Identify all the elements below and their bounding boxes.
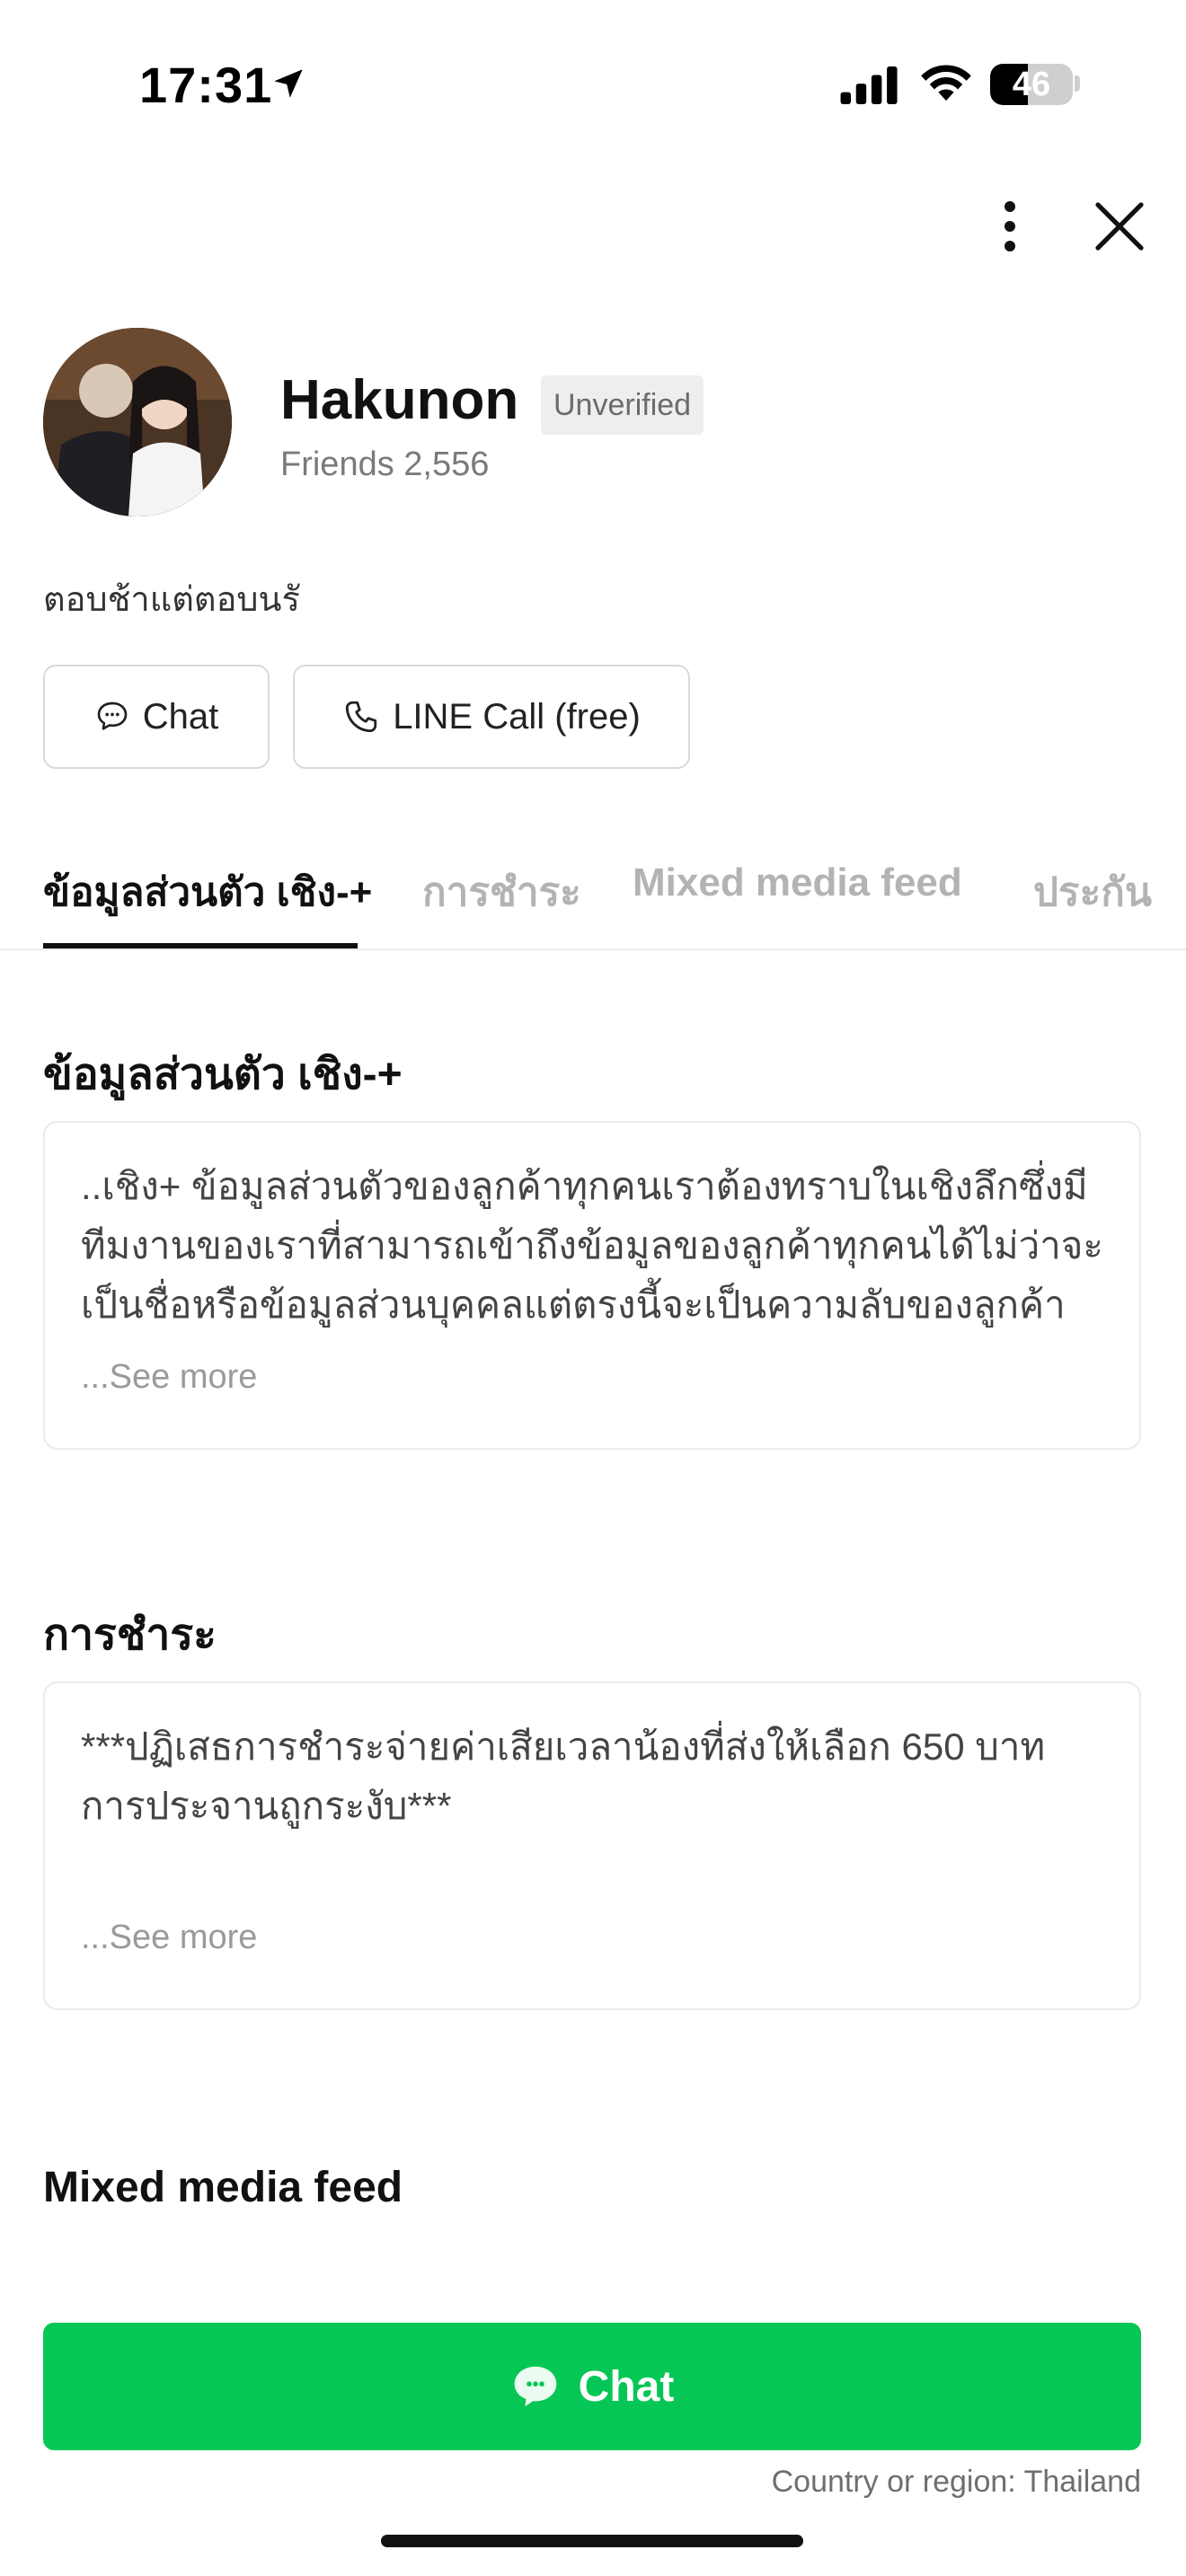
chat-button[interactable]: Chat bbox=[43, 665, 270, 769]
location-arrow-icon bbox=[274, 69, 303, 98]
personal-info-text: ..เชิง+ ข้อมูลส่วนตัวของลูกค้าทุกคนเราต้… bbox=[81, 1165, 1103, 1326]
tab-personal-info[interactable]: ข้อมูลส่วนตัว เชิง-+ bbox=[43, 860, 372, 923]
avatar[interactable] bbox=[43, 328, 232, 516]
bottom-chat-button[interactable]: Chat bbox=[43, 2323, 1141, 2450]
status-time: 17:31 bbox=[139, 57, 273, 113]
unverified-badge: Unverified bbox=[541, 375, 704, 435]
tab-insurance[interactable]: ประกัน bbox=[1033, 860, 1152, 923]
status-message: ตอบช้าแต่ตอบนรั bbox=[43, 581, 300, 619]
see-more-link[interactable]: ...See more bbox=[81, 1358, 257, 1397]
cellular-signal-icon bbox=[840, 66, 898, 104]
wifi-icon bbox=[921, 65, 971, 101]
tabs-divider bbox=[0, 948, 1186, 950]
tab-payment[interactable]: การชำระ bbox=[422, 860, 581, 923]
payment-text: ***ปฏิเสธการชำระจ่ายค่าเสียเวลาน้องที่ส่… bbox=[81, 1725, 1046, 1827]
home-indicator[interactable] bbox=[381, 2535, 803, 2547]
country-region: Country or region: Thailand bbox=[771, 2465, 1141, 2499]
friends-count: Friends 2,556 bbox=[280, 446, 490, 483]
bottom-chat-label: Chat bbox=[578, 2362, 675, 2411]
section-title-payment: การชำระ bbox=[43, 1611, 217, 1659]
section-title-personal-info: ข้อมูลส่วนตัว เชิง-+ bbox=[43, 1051, 403, 1098]
battery-level: 46 bbox=[1012, 66, 1051, 103]
more-vertical-icon[interactable] bbox=[992, 198, 1028, 255]
see-more-link[interactable]: ...See more bbox=[81, 1919, 257, 1957]
close-icon[interactable] bbox=[1094, 201, 1145, 251]
profile-name: Hakunon bbox=[280, 369, 519, 431]
avatar-photo bbox=[43, 328, 232, 516]
tab-mixed-media-feed[interactable]: Mixed media feed bbox=[633, 860, 962, 905]
battery-icon: 46 bbox=[990, 64, 1073, 105]
battery-nub bbox=[1075, 75, 1080, 92]
line-call-button[interactable]: LINE Call (free) bbox=[293, 665, 690, 769]
personal-info-card[interactable]: ..เชิง+ ข้อมูลส่วนตัวของลูกค้าทุกคนเราต้… bbox=[43, 1121, 1141, 1450]
chat-button-label: Chat bbox=[142, 696, 219, 737]
payment-card[interactable]: ***ปฏิเสธการชำระจ่ายค่าเสียเวลาน้องที่ส่… bbox=[43, 1681, 1141, 2010]
section-title-mixed-media-feed: Mixed media feed bbox=[43, 2164, 403, 2211]
line-call-label: LINE Call (free) bbox=[393, 696, 641, 737]
chat-bubble-icon bbox=[97, 701, 128, 730]
line-chat-icon bbox=[514, 2366, 556, 2407]
phone-icon bbox=[346, 701, 377, 733]
